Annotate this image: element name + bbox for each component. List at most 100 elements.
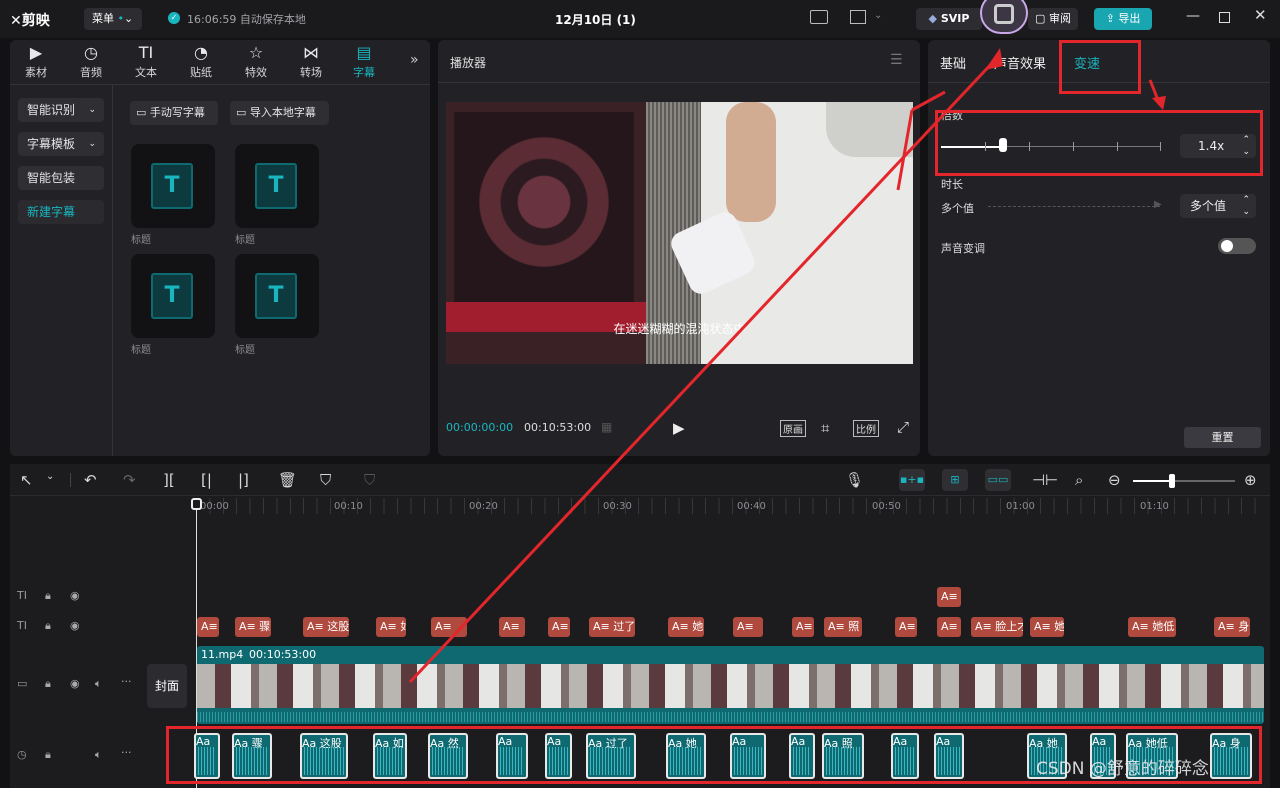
template-card[interactable]: T <box>131 144 215 228</box>
sidebar-item-new-subtitle[interactable]: 新建字幕 <box>18 200 104 224</box>
tab-text[interactable]: TI 文本 <box>123 44 169 80</box>
subtitle-clip[interactable]: A≡ 过了 <box>589 617 635 637</box>
subtitle-clip[interactable]: A≡ 她低 <box>1128 617 1176 637</box>
fullscreen-icon[interactable]: ⤢ <box>897 418 909 436</box>
subtitle-clip[interactable]: A≡ <box>733 617 763 637</box>
original-quality-button[interactable]: 原画 <box>780 420 806 437</box>
zoom-slider[interactable] <box>1133 474 1235 488</box>
main-track-magnet-icon[interactable]: ▪+▪ <box>899 469 925 491</box>
subtitle-clip[interactable]: A≡ <box>937 617 961 637</box>
play-icon[interactable]: ▶ <box>673 419 685 437</box>
more-icon[interactable]: ··· <box>121 746 132 759</box>
subtitle-clip[interactable]: A≡ 照 <box>824 617 862 637</box>
eye-icon[interactable]: ◉ <box>70 589 80 602</box>
split-right-icon[interactable]: |] <box>238 471 249 489</box>
tab-transition[interactable]: ⋈ 转场 <box>288 44 334 80</box>
speaker-icon[interactable]: 🔈︎ <box>95 677 102 691</box>
subtitle-clip[interactable]: A≡ <box>895 617 917 637</box>
split-icon[interactable]: ][ <box>163 471 175 489</box>
more-tabs-icon[interactable]: » <box>410 52 419 68</box>
review-icon: ▢ <box>1035 12 1046 25</box>
subtitle-clip[interactable]: A≡ <box>431 617 467 637</box>
preview-axis-icon[interactable]: ⊣⊢ <box>1032 471 1058 489</box>
split-left-icon[interactable]: [| <box>201 471 212 489</box>
subtitle-clip[interactable]: A≡ 脸上才 <box>971 617 1023 637</box>
subtitle-clip[interactable]: A≡ 她 <box>668 617 704 637</box>
import-subtitle-button[interactable]: ▭ 导入本地字幕 <box>230 101 329 125</box>
aspect-ratio-button[interactable]: 比例 <box>853 420 879 437</box>
subtitle-clip[interactable]: A≡ 身 <box>1214 617 1250 637</box>
subtitle-clip[interactable]: A≡ <box>197 617 219 637</box>
subtitle-clip[interactable]: A≡ 骤 <box>235 617 271 637</box>
linkage-icon[interactable]: ▭▭ <box>985 469 1011 491</box>
duration-input[interactable]: 多个值 ⌃ ⌄ <box>1180 194 1256 218</box>
video-preview[interactable]: 在迷迷糊糊的混沌状态中 <box>446 102 913 364</box>
timeline-grid-icon[interactable]: ▦ <box>601 420 612 434</box>
template-card[interactable]: T <box>235 144 319 228</box>
sidebar-item-smart-recognition[interactable]: 智能识别 ⌄ <box>18 98 104 122</box>
cover-button[interactable]: 封面 <box>147 664 187 708</box>
eye-icon[interactable]: ◉ <box>70 677 80 690</box>
subtitle-clip[interactable]: A≡ <box>499 617 525 637</box>
template-card[interactable]: T <box>131 254 215 338</box>
stepper-icon[interactable]: ⌃ ⌄ <box>1242 194 1250 218</box>
sidebar-item-smart-package[interactable]: 智能包装 <box>18 166 104 190</box>
layout-chevron-icon[interactable]: ⌄ <box>874 10 882 21</box>
more-icon[interactable]: ··· <box>121 675 132 688</box>
tab-effects[interactable]: ☆ 特效 <box>233 44 279 80</box>
review-button[interactable]: ▢ 审阅 <box>1028 8 1078 30</box>
select-chevron-icon[interactable]: ⌄ <box>46 471 54 482</box>
shield-icon[interactable]: ⛉ <box>320 471 331 489</box>
pitch-toggle[interactable] <box>1218 238 1256 254</box>
auto-snap-icon[interactable]: ⊞ <box>942 469 968 491</box>
subtitle-icon: ▤ <box>356 43 372 62</box>
undo-icon[interactable]: ↶ <box>84 471 97 489</box>
shortcut-keyboard-icon[interactable] <box>810 10 828 24</box>
subtitle-clip[interactable]: A≡ 她 <box>1030 617 1064 637</box>
maximize-icon[interactable] <box>1219 12 1230 23</box>
lock-icon[interactable]: 🔒︎ <box>45 677 51 691</box>
tab-sound-effect[interactable]: 声音效果 <box>994 53 1046 72</box>
microphone-icon[interactable]: 🎙︎ <box>845 471 864 489</box>
redo-icon[interactable]: ↷ <box>123 471 136 489</box>
lock-icon[interactable]: 🔒︎ <box>45 589 51 603</box>
layout-icon[interactable] <box>850 10 866 24</box>
player-menu-icon[interactable]: ☰ <box>890 52 903 68</box>
template-label: 标题 <box>235 345 255 356</box>
menu-button[interactable]: 菜单 •⌄ <box>84 8 142 30</box>
video-clip[interactable]: 11.mp4 00:10:53:00 <box>197 646 1264 724</box>
export-button[interactable]: ⇪ 导出 <box>1094 8 1152 30</box>
svip-button[interactable]: ◆ SVIP <box>916 8 982 30</box>
tab-sticker[interactable]: ◔ 贴纸 <box>178 44 224 80</box>
clip-name: 11.mp4 <box>201 648 244 661</box>
tab-basic[interactable]: 基础 <box>940 53 966 72</box>
subtitle-clip[interactable]: A≡ 这股 <box>303 617 349 637</box>
template-card[interactable]: T <box>235 254 319 338</box>
tab-subtitle[interactable]: ▤ 字幕 <box>341 44 387 80</box>
floating-assistant-icon[interactable] <box>980 0 1028 34</box>
lock-icon[interactable]: 🔒︎ <box>45 619 51 633</box>
video-track-icon: ▭ <box>17 677 28 690</box>
zoom-fit-icon[interactable]: ⌕ <box>1075 471 1083 489</box>
close-icon[interactable]: ✕ <box>1254 6 1267 24</box>
select-tool-icon[interactable]: ↖ <box>20 471 33 489</box>
speaker-icon[interactable]: 🔈︎ <box>95 748 102 762</box>
reset-button[interactable]: 重置 <box>1184 427 1261 448</box>
tab-media[interactable]: ▶ 素材 <box>13 44 59 80</box>
sidebar-item-subtitle-template[interactable]: 字幕模板 ⌄ <box>18 132 104 156</box>
zoom-out-icon[interactable]: ⊖ <box>1108 471 1121 489</box>
minimize-icon[interactable]: — <box>1186 8 1200 24</box>
subtitle-clip[interactable]: A≡ 如 <box>376 617 406 637</box>
manual-subtitle-button[interactable]: ▭ 手动写字幕 <box>130 101 218 125</box>
subtitle-clip[interactable]: A≡ <box>937 587 961 607</box>
playhead-handle[interactable] <box>191 498 202 510</box>
zoom-in-icon[interactable]: ⊕ <box>1244 471 1257 489</box>
tab-audio[interactable]: ◷ 音频 <box>68 44 114 80</box>
focus-icon[interactable]: ⌗ <box>821 419 829 437</box>
disabled-shield-icon[interactable]: ⛉ <box>364 471 375 489</box>
subtitle-clip[interactable]: A≡ <box>792 617 814 637</box>
eye-icon[interactable]: ◉ <box>70 619 80 632</box>
subtitle-clip[interactable]: A≡ <box>548 617 570 637</box>
lock-icon[interactable]: 🔒︎ <box>45 748 51 762</box>
delete-icon[interactable]: 🗑︎ <box>278 471 297 489</box>
